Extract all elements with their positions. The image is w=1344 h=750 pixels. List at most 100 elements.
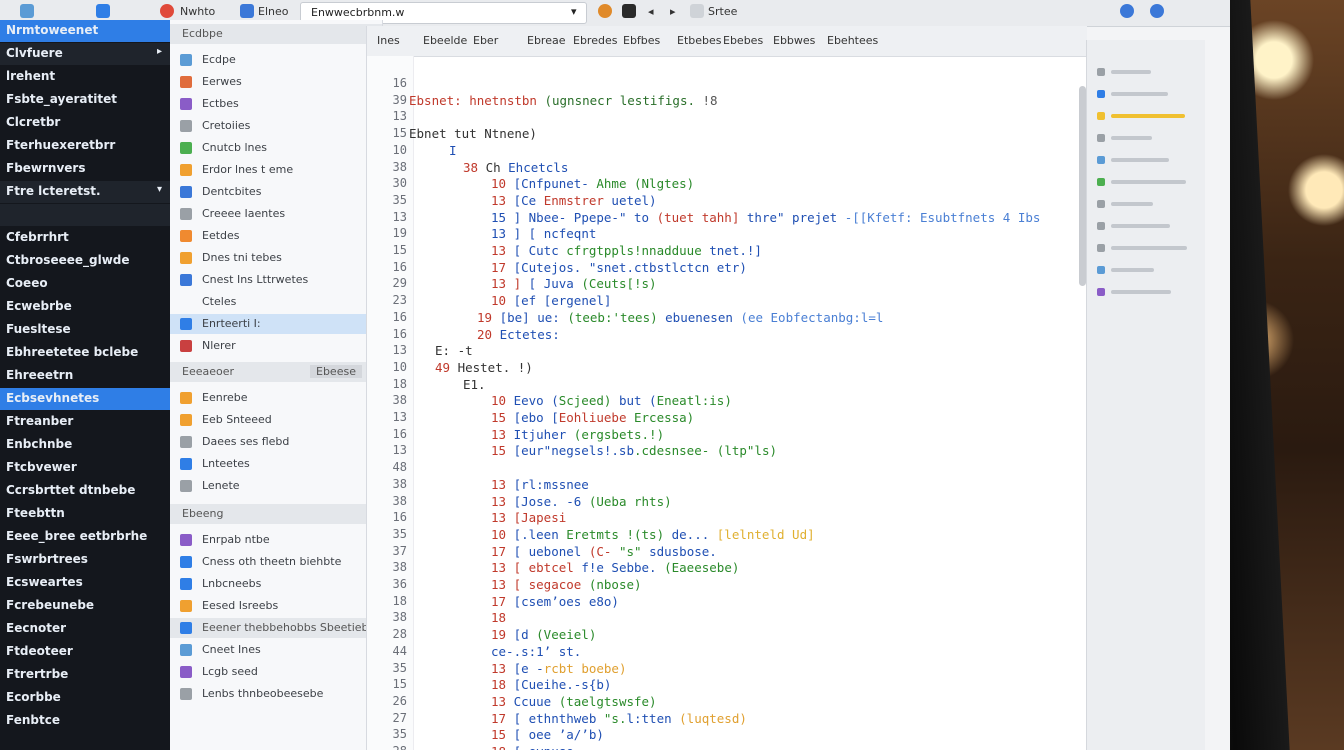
code-line[interactable]: 15 [eur"negsels!.sb.cdesnsee- (ltp"ls) (491, 443, 777, 458)
sidebar-item[interactable]: Fteebttn (0, 503, 170, 525)
code-line[interactable]: 17 [ ethnthweb "s.l:tten (luqtesd) (491, 711, 747, 726)
sidebar-item[interactable]: Ftreanber (0, 411, 170, 433)
tree-item[interactable]: Dnes tni tebes (170, 248, 382, 268)
sidebar-item[interactable]: Eeee_bree eetbrbrhe (0, 526, 170, 548)
tree-item[interactable]: Cness oth theetn biehbte (170, 552, 382, 572)
page-icon[interactable] (690, 4, 704, 18)
sidebar-item[interactable]: Fuesltese (0, 319, 170, 341)
tree-item[interactable]: Dentcbites (170, 182, 382, 202)
chevron-icon[interactable]: ▸ (157, 46, 162, 57)
tree-item[interactable]: Lenbs thnbeobeesebe (170, 684, 382, 704)
sidebar-item[interactable]: Fterhuexeretbrr (0, 135, 170, 157)
sidebar-item[interactable]: Fcrebeunebe (0, 595, 170, 617)
code-line[interactable]: 18 (491, 610, 506, 625)
section-button[interactable]: Ebeese (310, 365, 362, 378)
tree-item[interactable]: Nlerer (170, 336, 382, 356)
code-line[interactable]: 13 [ Cutc cfrgtppls!nnadduue tnet.!] (491, 243, 762, 258)
code-line[interactable]: 15 ] Nbee- Ppepe-" to (tuet tahh] thre" … (491, 210, 1040, 225)
code-line[interactable]: E1. (463, 377, 486, 392)
code-line[interactable]: 15 [ oee ’a/’b) (491, 727, 604, 742)
code-line[interactable]: 13 [Japesi (491, 510, 566, 525)
code-line[interactable]: 18 [ evnuso (491, 744, 574, 750)
browser-icon[interactable] (598, 4, 612, 18)
tree-item[interactable]: Eesed Isreebs (170, 596, 382, 616)
code-line[interactable]: 13 [ ebtcel f!e Sebbe. (Eaeesebe) (491, 560, 739, 575)
outline-item[interactable] (1097, 284, 1197, 300)
outline-item[interactable] (1097, 174, 1197, 190)
code-line[interactable]: 10 [ef [ergenel] (491, 293, 611, 308)
sidebar-item[interactable]: Ecwebrbe (0, 296, 170, 318)
outline-item[interactable] (1097, 152, 1197, 168)
code-line[interactable]: Ebnet tut Ntnene) (409, 126, 537, 141)
code-line[interactable]: 10 [.leen Eretmts !(ts) de... [lelnteld … (491, 527, 815, 542)
code-line[interactable]: 13 [Ce Enmstrer uetel) (491, 193, 657, 208)
tree-item[interactable]: Lenete (170, 476, 382, 496)
account-icon[interactable] (1150, 4, 1164, 18)
code-line[interactable]: 13 [rl:mssnee (491, 477, 589, 492)
code-line[interactable]: 15 [ebo [Eohliuebe Ercessa) (491, 410, 694, 425)
code-line[interactable]: E: -t (435, 343, 473, 358)
code-line[interactable]: 13 ] [ ncfeqnt (491, 226, 596, 241)
sidebar-item[interactable]: Ftdeoteer (0, 641, 170, 663)
tree-item[interactable]: Ectbes (170, 94, 382, 114)
tree-item[interactable]: Erdor lnes t eme (170, 160, 382, 180)
sidebar-item[interactable]: Ftcbvewer (0, 457, 170, 479)
extension-icon[interactable] (622, 4, 636, 18)
forward-icon[interactable]: ▸ (670, 5, 676, 18)
tree-item[interactable]: Lnbcneebs (170, 574, 382, 594)
code-line[interactable]: 13 Itjuher (ergsbets.!) (491, 427, 664, 442)
sidebar-item[interactable]: Ehreeetrn (0, 365, 170, 387)
sidebar-item[interactable]: Coeeo (0, 273, 170, 295)
code-line[interactable]: 18 [Cueihe.-s{b) (491, 677, 611, 692)
chrome-icon[interactable] (160, 4, 174, 18)
tab-label[interactable]: Srtee (708, 5, 737, 18)
code-line[interactable]: 49 Hestet. !) (435, 360, 533, 375)
sidebar-item[interactable]: Fsbte_ayeratitet (0, 89, 170, 111)
sidebar-item[interactable]: Clcretbr (0, 112, 170, 134)
sidebar-item[interactable]: Ccrsbrttet dtnbebe (0, 480, 170, 502)
outline-item[interactable] (1097, 130, 1197, 146)
editor-tab[interactable]: Ebreae (527, 34, 566, 47)
editor-tab[interactable]: Etbebes (677, 34, 722, 47)
tree-item[interactable]: Eeener thebbehobbs Sbeetieb (170, 618, 382, 638)
settings-icon[interactable] (1120, 4, 1134, 18)
editor-tab[interactable]: Ebeelde (423, 34, 467, 47)
tree-item[interactable]: Creeee Iaentes (170, 204, 382, 224)
file-icon[interactable] (96, 4, 110, 18)
chevron-icon[interactable]: ▾ (157, 184, 162, 195)
code-line[interactable]: I (449, 143, 457, 158)
outline-item[interactable] (1097, 196, 1197, 212)
tree-item[interactable]: Eetdes (170, 226, 382, 246)
tree-item[interactable]: Eeb Snteeed (170, 410, 382, 430)
editor-tab[interactable]: Eber (473, 34, 498, 47)
editor-tab[interactable]: Ebfbes (623, 34, 660, 47)
sidebar-item[interactable]: Eecnoter (0, 618, 170, 640)
code-line[interactable]: Ebsnet: hnetnstbn (ugnsnecr lestifigs. !… (409, 93, 718, 108)
code-editor[interactable]: Ines Ebeelde Eber Ebreae Ebredes Ebfbes Etbebe… (366, 26, 1087, 750)
document-icon[interactable] (240, 4, 254, 18)
editor-tab[interactable]: Ebebes (723, 34, 763, 47)
tree-item[interactable]: Eenrebe (170, 388, 382, 408)
sidebar-item[interactable]: Ftre lcteretst. ▾ (0, 181, 170, 203)
sidebar-item[interactable]: Fenbtce (0, 710, 170, 732)
sidebar-item[interactable]: Cfebrrhrt (0, 227, 170, 249)
tree-section-header[interactable]: Ebeeng (170, 504, 382, 524)
tree-item[interactable]: Daees ses flebd (170, 432, 382, 452)
editor-tab[interactable]: Ebehtees (827, 34, 878, 47)
editor-tab[interactable]: Ebbwes (773, 34, 815, 47)
code-line[interactable]: ce-.s:1’ st. (491, 644, 581, 659)
code-line[interactable]: 38 Ch Ehcetcls (463, 160, 568, 175)
tree-section-header[interactable]: Eeeaeoer Ebeese (170, 362, 382, 382)
sidebar-item[interactable]: Fbewrnvers (0, 158, 170, 180)
sidebar-item[interactable]: Ecsweartes (0, 572, 170, 594)
sidebar-item[interactable]: Clvfuere ▸ (0, 43, 170, 65)
tree-item[interactable]: Lcgb seed (170, 662, 382, 682)
code-line[interactable]: 17 [Cutejos. "snet.ctbstlctcn etr) (491, 260, 747, 275)
tree-item[interactable]: Cnest Ins Lttrwetes (170, 270, 382, 290)
tree-item[interactable]: Ecdpe (170, 50, 382, 70)
code-line[interactable]: 17 [csem’oes e8o) (491, 594, 619, 609)
code-line[interactable]: 13 [ segacoe (nbose) (491, 577, 642, 592)
editor-tab[interactable]: Ines (377, 34, 400, 47)
tree-item[interactable]: Cneet Ines (170, 640, 382, 660)
sidebar-item[interactable]: Ctbroseeee_glwde (0, 250, 170, 272)
